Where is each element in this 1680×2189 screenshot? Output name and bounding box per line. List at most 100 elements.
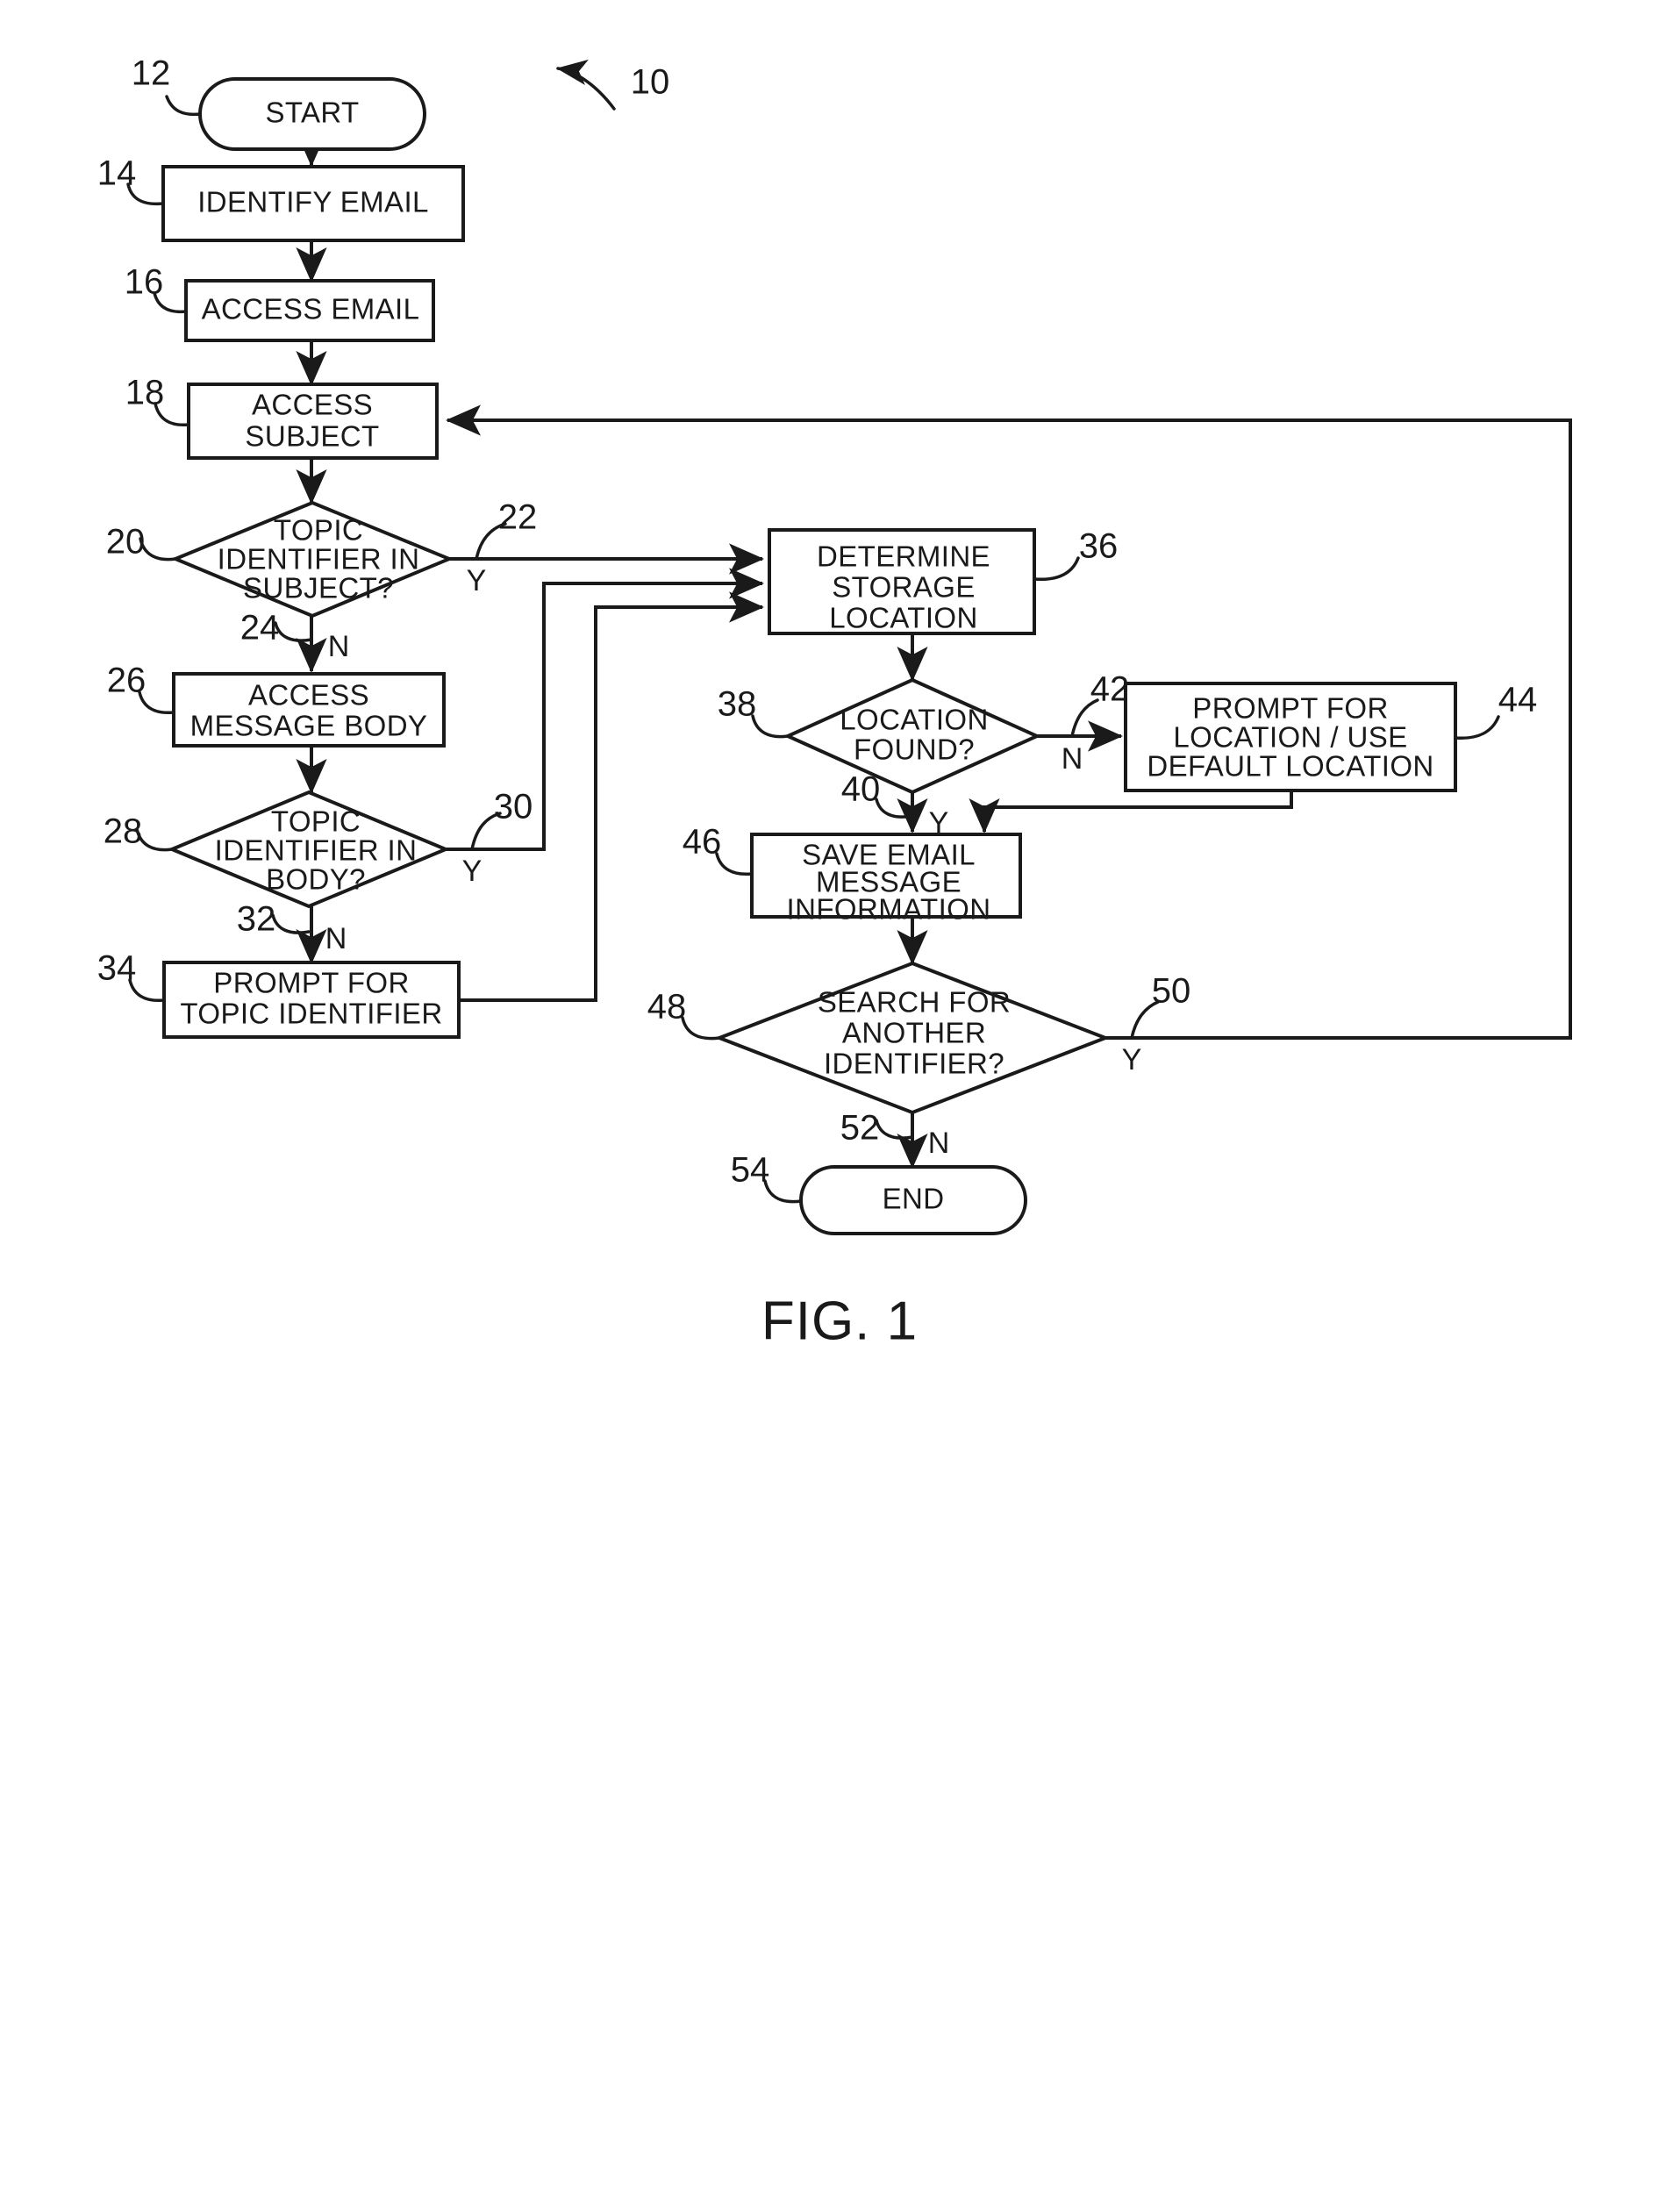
ref-54-number: 54 bbox=[731, 1151, 770, 1190]
branch-body-yes: 30 Y bbox=[462, 788, 533, 888]
node-access-message-body[interactable]: ACCESS MESSAGE BODY bbox=[172, 672, 446, 748]
ref-34: 34 bbox=[97, 949, 166, 1003]
ref-24-leader bbox=[274, 621, 313, 642]
figure-ref-10-leader bbox=[556, 59, 616, 111]
ref-18-number: 18 bbox=[125, 374, 165, 412]
ref-16: 16 bbox=[125, 263, 188, 314]
flowchart-diagram: 10 START 12 IDENTIFY EMAIL 14 ACCESS EMA… bbox=[97, 54, 1572, 1351]
branch-label-body-no: N bbox=[325, 922, 347, 955]
prompt-location-line3: DEFAULT LOCATION bbox=[1147, 750, 1433, 783]
ref-34-number: 34 bbox=[97, 949, 137, 988]
topic-body-line3: BODY? bbox=[266, 863, 366, 896]
topic-subject-line2: IDENTIFIER IN bbox=[218, 543, 420, 576]
prompt-location-line2: LOCATION / USE bbox=[1173, 721, 1407, 754]
search-another-line1: SEARCH FOR bbox=[818, 986, 1011, 1019]
ref-46-number: 46 bbox=[683, 823, 722, 862]
ref-16-number: 16 bbox=[125, 263, 164, 302]
topic-body-line1: TOPIC bbox=[271, 805, 361, 838]
node-search-for-another-identifier[interactable]: SEARCH FOR ANOTHER IDENTIFIER? bbox=[714, 961, 1111, 1115]
determine-storage-line3: LOCATION bbox=[829, 602, 977, 634]
ref-26-number: 26 bbox=[107, 662, 147, 700]
start-label: START bbox=[265, 97, 359, 129]
ref-28: 28 bbox=[104, 812, 174, 852]
prompt-location-line1: PROMPT FOR bbox=[1192, 692, 1388, 725]
ref-32-leader bbox=[271, 913, 311, 934]
node-topic-identifier-in-subject[interactable]: TOPIC IDENTIFIER IN SUBJECT? bbox=[170, 500, 454, 619]
node-end[interactable]: END bbox=[799, 1165, 1027, 1235]
branch-subject-yes: 22 Y bbox=[467, 498, 538, 597]
node-prompt-for-topic-identifier[interactable]: PROMPT FOR TOPIC IDENTIFIER bbox=[162, 961, 461, 1039]
ref-30-number: 30 bbox=[494, 788, 533, 826]
access-message-body-line1: ACCESS bbox=[248, 679, 369, 712]
ref-40-leader bbox=[875, 798, 914, 819]
ref-38-leader bbox=[751, 714, 790, 739]
save-email-line3: INFORMATION bbox=[787, 893, 991, 926]
node-access-subject[interactable]: ACCESS SUBJECT bbox=[187, 383, 439, 460]
ref-46-leader bbox=[715, 852, 754, 876]
ref-14-number: 14 bbox=[97, 154, 137, 193]
access-subject-label-line1: ACCESS bbox=[252, 389, 373, 421]
ref-46: 46 bbox=[683, 823, 754, 876]
node-prompt-for-location[interactable]: PROMPT FOR LOCATION / USE DEFAULT LOCATI… bbox=[1124, 682, 1457, 792]
ref-12-number: 12 bbox=[132, 54, 171, 93]
figure-ref-10-number: 10 bbox=[631, 63, 670, 102]
branch-label-search-yes: Y bbox=[1122, 1043, 1142, 1077]
ref-40-number: 40 bbox=[841, 770, 881, 809]
determine-storage-line2: STORAGE bbox=[832, 571, 976, 604]
ref-44-leader bbox=[1454, 715, 1500, 740]
ref-48-leader bbox=[681, 1016, 721, 1041]
ref-44-number: 44 bbox=[1498, 681, 1538, 719]
prompt-topic-line1: PROMPT FOR bbox=[213, 967, 409, 999]
node-identify-email[interactable]: IDENTIFY EMAIL bbox=[161, 165, 465, 242]
ref-20-leader bbox=[139, 537, 177, 562]
ref-52-leader bbox=[875, 1119, 914, 1140]
ref-36: 36 bbox=[1033, 527, 1119, 582]
ref-20-number: 20 bbox=[106, 523, 146, 562]
access-message-body-line2: MESSAGE BODY bbox=[190, 710, 428, 742]
node-location-found[interactable]: LOCATION FOUND? bbox=[783, 677, 1041, 795]
ref-38: 38 bbox=[718, 685, 790, 739]
topic-subject-line1: TOPIC bbox=[274, 514, 363, 547]
ref-36-leader bbox=[1033, 556, 1080, 582]
end-label: END bbox=[883, 1183, 945, 1215]
ref-48: 48 bbox=[647, 988, 721, 1041]
location-found-line2: FOUND? bbox=[854, 733, 975, 766]
connector-prompt-location-to-save-email bbox=[969, 790, 1293, 833]
ref-12-leader bbox=[165, 95, 202, 117]
branch-label-body-yes: Y bbox=[462, 855, 483, 888]
patent-figure: 10 START 12 IDENTIFY EMAIL 14 ACCESS EMA… bbox=[0, 0, 1680, 2189]
ref-54-leader bbox=[763, 1179, 803, 1204]
ref-20: 20 bbox=[106, 523, 177, 562]
figure-caption: FIG. 1 bbox=[761, 1291, 918, 1351]
determine-storage-line1: DETERMINE bbox=[817, 540, 990, 573]
ref-54: 54 bbox=[731, 1151, 803, 1204]
search-another-line2: ANOTHER bbox=[842, 1017, 986, 1049]
node-access-email[interactable]: ACCESS EMAIL bbox=[184, 279, 435, 342]
node-start[interactable]: START bbox=[198, 77, 426, 151]
node-save-email-message-information[interactable]: SAVE EMAIL MESSAGE INFORMATION bbox=[750, 833, 1022, 926]
branch-search-no: 52 N bbox=[840, 1109, 950, 1160]
ref-24-number: 24 bbox=[240, 609, 280, 647]
branch-location-no: 42 N bbox=[1062, 670, 1130, 776]
figure-ref-10: 10 bbox=[556, 59, 670, 111]
search-another-line3: IDENTIFIER? bbox=[824, 1048, 1004, 1080]
node-determine-storage-location[interactable]: DETERMINE STORAGE LOCATION bbox=[768, 528, 1036, 635]
ref-44: 44 bbox=[1454, 681, 1538, 740]
connector-body-yes-to-determine-storage bbox=[443, 568, 764, 851]
ref-26: 26 bbox=[107, 662, 175, 715]
node-topic-identifier-in-body[interactable]: TOPIC IDENTIFIER IN BODY? bbox=[167, 790, 451, 909]
ref-22-number: 22 bbox=[498, 498, 538, 537]
access-email-label: ACCESS EMAIL bbox=[202, 293, 420, 325]
topic-body-line2: IDENTIFIER IN bbox=[215, 834, 418, 867]
branch-label-location-no: N bbox=[1062, 742, 1083, 776]
ref-14: 14 bbox=[97, 154, 165, 206]
ref-28-number: 28 bbox=[104, 812, 143, 851]
location-found-line1: LOCATION bbox=[840, 704, 988, 736]
ref-42-number: 42 bbox=[1090, 670, 1130, 709]
ref-18: 18 bbox=[125, 374, 190, 427]
branch-body-no: 32 N bbox=[237, 900, 347, 955]
ref-36-number: 36 bbox=[1079, 527, 1119, 566]
branch-search-yes: 50 Y bbox=[1122, 972, 1191, 1077]
ref-52-number: 52 bbox=[840, 1109, 880, 1148]
ref-38-number: 38 bbox=[718, 685, 757, 724]
